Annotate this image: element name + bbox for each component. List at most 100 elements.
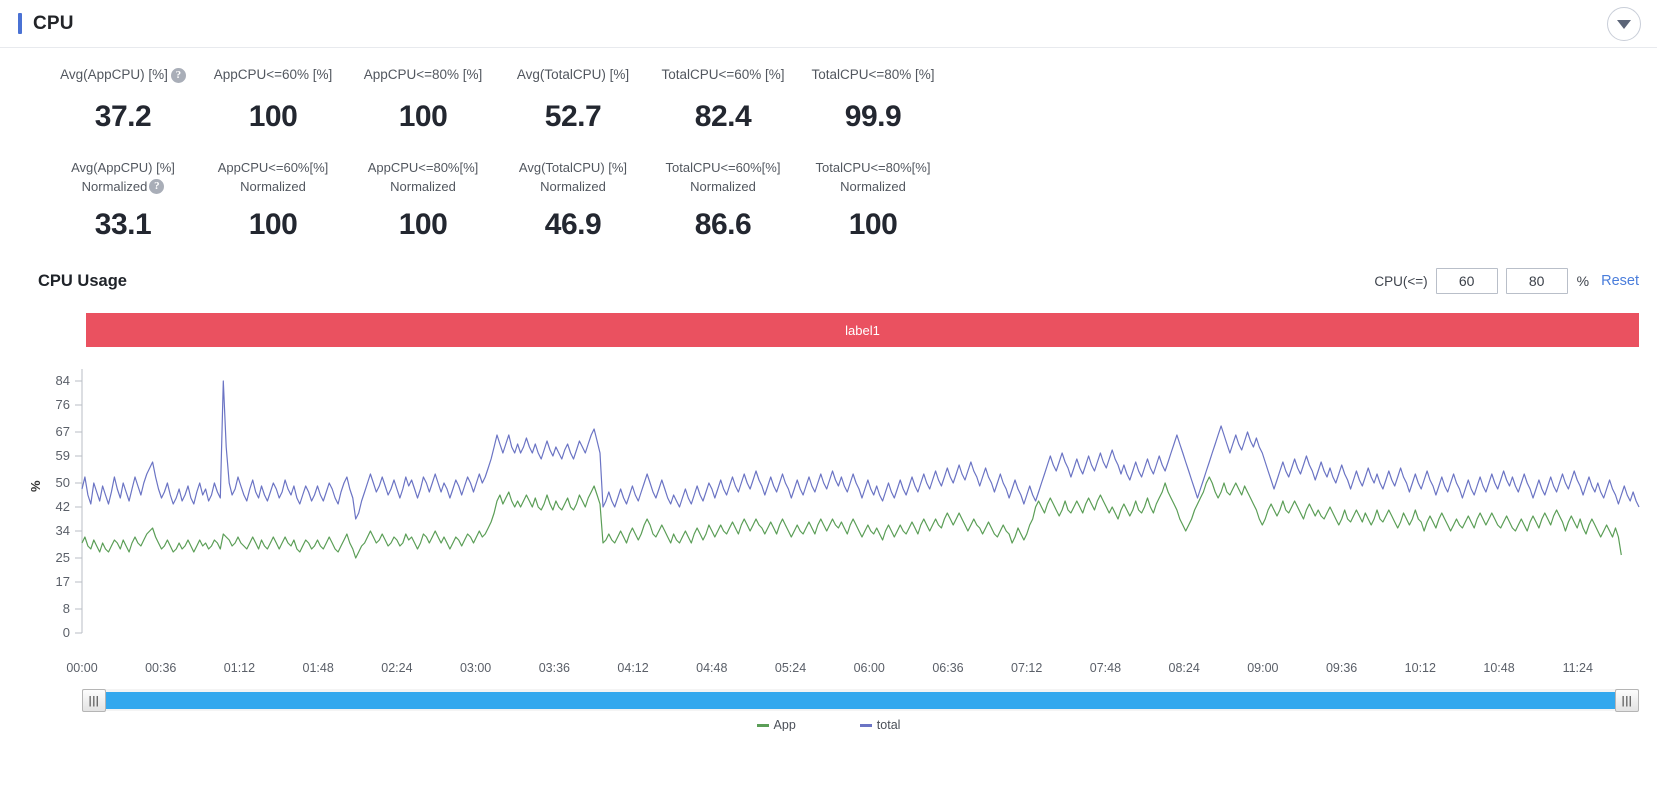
kpi-label: TotalCPU<=60% [%] (661, 67, 785, 82)
kpi-label-text: AppCPU<=60%[%] (217, 160, 329, 175)
threshold-label: CPU(<=) (1374, 273, 1428, 289)
svg-text:50: 50 (56, 475, 70, 490)
kpi-label: Avg(AppCPU) [%] ? (48, 66, 198, 84)
title-accent-bar (18, 13, 22, 34)
label-band-text: label1 (845, 322, 880, 338)
x-tick-label: 08:24 (1168, 661, 1200, 675)
kpi-label: AppCPU<=60%[%] Normalized (198, 158, 348, 196)
scrollbar-track[interactable] (82, 692, 1639, 709)
help-icon[interactable]: ? (170, 67, 186, 83)
threshold-low-input[interactable] (1435, 268, 1498, 294)
kpi-label: TotalCPU<=80% [%] (811, 67, 935, 82)
chart-legend: App total (0, 719, 1657, 731)
svg-text:8: 8 (63, 601, 70, 616)
x-tick-label: 04:12 (617, 661, 649, 675)
kpi-value: 100 (848, 208, 898, 241)
svg-text:0: 0 (63, 625, 70, 640)
page-title: CPU (33, 12, 74, 34)
kpi-value: 100 (398, 208, 448, 241)
kpi-appcpu-le60-normalized: AppCPU<=60%[%] Normalized 100 (198, 158, 348, 242)
x-tick-label: 10:12 (1404, 661, 1436, 675)
chart-horizontal-scrollbar[interactable]: ||| ||| (82, 689, 1639, 712)
scrollbar-left-handle[interactable]: ||| (82, 689, 106, 712)
svg-text:17: 17 (56, 574, 70, 589)
kpi-totalcpu-le80: TotalCPU<=80% [%] 99.9 (798, 66, 948, 134)
x-tick-label: 01:48 (302, 661, 334, 675)
y-axis-title: % (28, 480, 43, 492)
kpi-row-raw: Avg(AppCPU) [%] ? 37.2 AppCPU<=60% [%] 1… (48, 66, 1657, 134)
collapse-panel-button[interactable] (1607, 7, 1641, 41)
grip-icon: ||| (88, 694, 100, 707)
kpi-label-text: AppCPU<=80%[%] (367, 160, 479, 175)
svg-text:34: 34 (56, 523, 70, 538)
kpi-label-subtext: Normalized (690, 179, 756, 194)
x-tick-label: 01:12 (223, 661, 256, 675)
kpi-value: 46.9 (544, 208, 602, 241)
chart-title: CPU Usage (38, 271, 127, 290)
legend-label: App (773, 719, 796, 731)
x-tick-label: 07:48 (1089, 661, 1122, 675)
kpi-label-subtext: Normalized (240, 179, 306, 194)
threshold-controls: CPU(<=) % Reset (1374, 268, 1639, 294)
svg-text:42: 42 (56, 499, 70, 514)
x-tick-label: 00:00 (66, 661, 98, 675)
kpi-label: Avg(TotalCPU) [%] (516, 67, 630, 82)
kpi-label-text: Avg(TotalCPU) [%] (518, 160, 628, 175)
cpu-usage-line-chart[interactable]: 84 76 67 59 50 42 34 25 17 8 0 (0, 361, 1657, 661)
percent-label: % (1576, 273, 1590, 289)
x-tick-label: 09:00 (1247, 661, 1279, 675)
kpi-value: 100 (248, 208, 298, 241)
x-tick-label: 06:00 (853, 661, 885, 675)
kpi-label-text: Avg(AppCPU) [%] (60, 67, 168, 82)
svg-text:67: 67 (56, 424, 70, 439)
kpi-avg-appcpu: Avg(AppCPU) [%] ? 37.2 (48, 66, 198, 134)
legend-item[interactable]: App (756, 719, 796, 731)
x-axis-labels: 00:00 00:36 01:12 01:48 02:24 03:00 03:36 04:12… (0, 661, 1657, 683)
x-tick-label: 10:48 (1483, 661, 1515, 675)
svg-text:59: 59 (56, 448, 70, 463)
kpi-avg-totalcpu-normalized: Avg(TotalCPU) [%] Normalized 46.9 (498, 158, 648, 242)
kpi-row-normalized: Avg(AppCPU) [%] Normalized ? 33.1 AppCPU… (48, 158, 1657, 242)
x-tick-label: 11:24 (1562, 661, 1593, 675)
kpi-value: 37.2 (94, 100, 152, 133)
kpi-label-subtext: Normalized (540, 179, 606, 194)
kpi-label-text: TotalCPU<=80%[%] (815, 160, 931, 175)
threshold-high-input[interactable] (1505, 268, 1568, 294)
kpi-value: 52.7 (544, 100, 602, 133)
reset-link[interactable]: Reset (1601, 273, 1639, 289)
legend-color-swatch (859, 723, 872, 727)
cpu-panel-header: CPU (0, 0, 1657, 48)
x-tick-label: 03:36 (538, 661, 570, 675)
kpi-value: 33.1 (94, 208, 152, 241)
kpi-label-subtext: Normalized (81, 179, 148, 194)
legend-item[interactable]: total (859, 719, 901, 731)
kpi-value: 86.6 (694, 208, 752, 241)
x-tick-label: 03:00 (459, 661, 492, 675)
kpi-totalcpu-le60: TotalCPU<=60% [%] 82.4 (648, 66, 798, 134)
legend-color-swatch (756, 723, 769, 727)
kpi-avg-totalcpu: Avg(TotalCPU) [%] 52.7 (498, 66, 648, 134)
kpi-label-text: TotalCPU<=60%[%] (665, 160, 781, 175)
svg-text:84: 84 (56, 373, 70, 388)
chevron-down-icon (1617, 19, 1631, 29)
kpi-label: AppCPU<=80% [%] (363, 67, 483, 82)
label-band-row: label1 (0, 313, 1657, 347)
kpi-label-subtext: Normalized (390, 179, 456, 194)
kpi-label: AppCPU<=80%[%] Normalized (348, 158, 498, 196)
kpi-avg-appcpu-normalized: Avg(AppCPU) [%] Normalized ? 33.1 (48, 158, 198, 242)
kpi-label: AppCPU<=60% [%] (213, 67, 333, 82)
label-band[interactable]: label1 (86, 313, 1639, 347)
x-tick-label: 09:36 (1325, 661, 1358, 675)
kpi-label: TotalCPU<=80%[%] Normalized (798, 158, 948, 196)
kpi-label: Avg(TotalCPU) [%] Normalized (498, 158, 648, 196)
kpi-appcpu-le80-normalized: AppCPU<=80%[%] Normalized 100 (348, 158, 498, 242)
kpi-totalcpu-le60-normalized: TotalCPU<=60%[%] Normalized 86.6 (648, 158, 798, 242)
kpi-label-subtext: Normalized (840, 179, 906, 194)
kpi-label: Avg(AppCPU) [%] Normalized ? (48, 158, 198, 196)
grip-icon: ||| (1621, 694, 1633, 707)
help-icon[interactable]: ? (149, 179, 165, 194)
legend-label: total (876, 719, 901, 731)
x-tick-label: 07:12 (1011, 661, 1043, 675)
kpi-metrics-block: Avg(AppCPU) [%] ? 37.2 AppCPU<=60% [%] 1… (0, 66, 1657, 242)
scrollbar-right-handle[interactable]: ||| (1615, 689, 1639, 712)
